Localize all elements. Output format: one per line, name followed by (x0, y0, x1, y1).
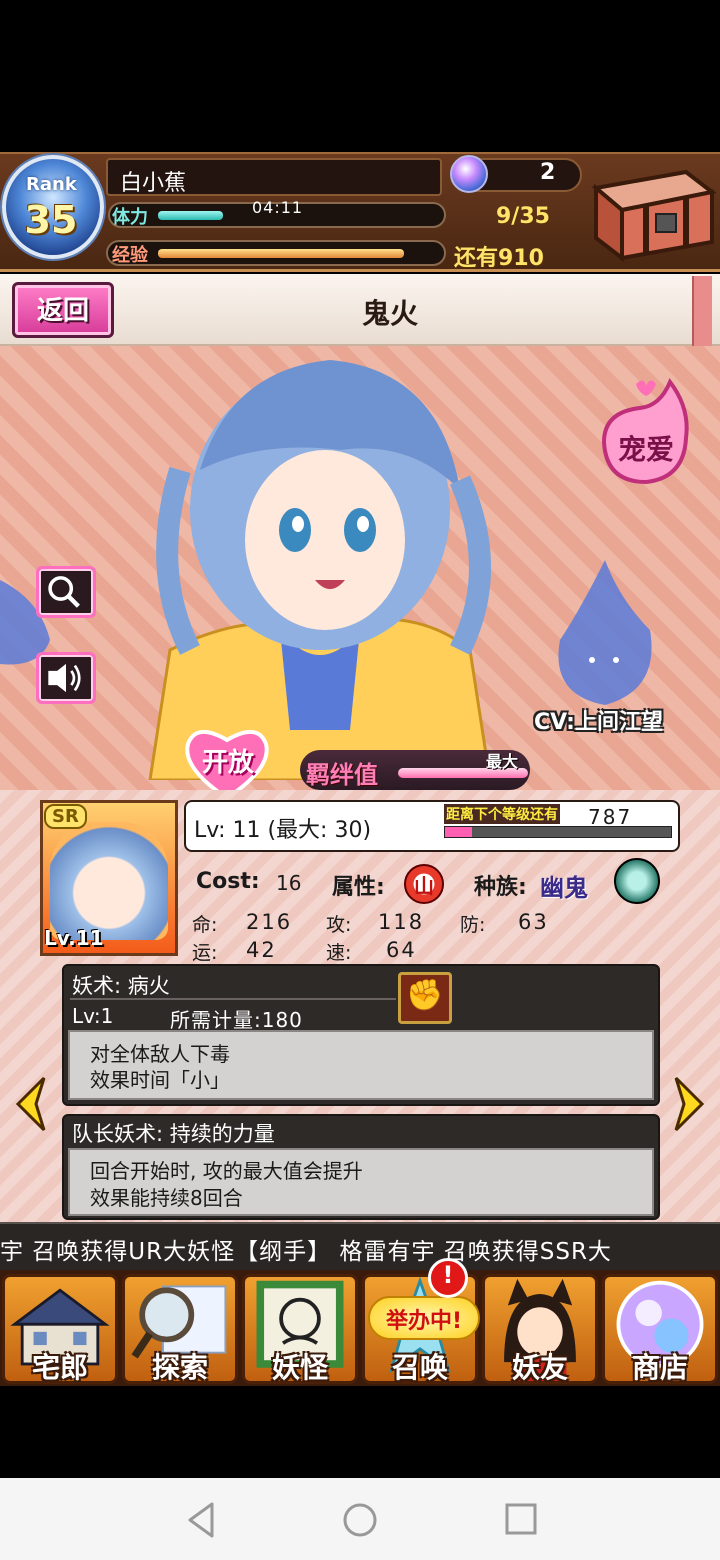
status-bar-area (0, 0, 720, 152)
affection-label: 宠爱 (617, 433, 674, 466)
card-portrait (50, 822, 168, 940)
page-title: 鬼火 (361, 297, 418, 330)
open-label: 开放 (201, 748, 254, 778)
skill-cost: 所需计量:180 (170, 1008, 303, 1032)
defense-label: 防: (460, 914, 486, 936)
cost-label: Cost: (196, 869, 260, 894)
exp-bar-fill (158, 249, 404, 258)
luck-value: 42 (246, 938, 277, 962)
ghost-flame-right-icon (558, 560, 652, 705)
gem-count: 2 (540, 160, 556, 185)
hp-value: 216 (246, 910, 293, 934)
exp-remaining: 还有910 (454, 246, 544, 271)
leader-skill-description-line: 回合开始时, 攻的最大值会提升 (90, 1159, 363, 1183)
stamina-bar-fill (158, 211, 223, 220)
nav-home-label: 宅郎 (31, 1351, 88, 1384)
stamina-label: 体力 (112, 207, 148, 228)
attribute-glyph: 山 (414, 874, 434, 898)
nav-friends-label: 妖友 (511, 1351, 568, 1384)
card-level-badge: Lv.11 (44, 926, 104, 950)
screen-gap (0, 1386, 720, 1478)
bond-max-label: 最大 (486, 752, 519, 771)
recent-apps-icon[interactable] (504, 1502, 538, 1538)
level-text: Lv: 11 (最大: 30) (194, 818, 372, 843)
title-bar-edge (692, 276, 712, 354)
voice-actor-label: CV:上间江望 (534, 710, 663, 735)
rarity-badge: SR (44, 804, 87, 829)
hp-label: 命: (192, 914, 218, 936)
exp-label: 经验 (112, 245, 148, 266)
fist-glyph: ✊ (406, 978, 444, 1013)
defense-value: 63 (518, 910, 549, 934)
bond-label: 羁绊值 (306, 761, 378, 789)
previous-arrow-icon[interactable] (14, 1076, 50, 1132)
skill-description-line: 对全体敌人下毒 (90, 1042, 230, 1066)
next-arrow-icon[interactable] (670, 1076, 706, 1132)
back-button-label: 返回 (36, 296, 89, 326)
speed-value: 64 (386, 938, 417, 962)
skill-divider (70, 998, 396, 1000)
attribute-label: 属性: (332, 875, 385, 900)
character-illustration (148, 360, 492, 780)
luck-label: 运: (192, 942, 218, 964)
attack-label: 攻: (326, 914, 352, 936)
nav-summon-label: 召唤 (391, 1351, 448, 1384)
leader-skill-description-line: 效果能持续8回合 (90, 1186, 243, 1210)
magnifier-icon (48, 576, 80, 608)
rank-label: Rank (26, 174, 77, 195)
alert-glyph: ! (442, 1261, 454, 1289)
ghost-race-icon (614, 858, 660, 904)
next-level-bar-fill (445, 827, 472, 837)
stamina-timer: 04:11 (252, 198, 304, 217)
attack-value: 118 (378, 910, 425, 934)
back-triangle-icon[interactable] (184, 1500, 218, 1540)
next-level-label: 距离下个等级还有 (444, 804, 560, 824)
leader-skill-title: 队长妖术: 持续的力量 (72, 1122, 275, 1146)
treasure-chest-icon[interactable] (586, 158, 716, 268)
skill-description-line: 效果时间「小」 (90, 1068, 230, 1092)
skill-level: Lv:1 (72, 1004, 114, 1028)
voice-button[interactable] (36, 652, 96, 704)
news-ticker-text: 宇 召唤获得UR大妖怪【纲手】 格雷有宇 召唤获得SSR大 (0, 1239, 612, 1265)
race-label: 种族: (474, 875, 527, 900)
home-circle-icon[interactable] (342, 1500, 378, 1540)
nav-explore-label: 探索 (151, 1351, 208, 1384)
cost-value: 16 (276, 871, 302, 895)
stamina-count: 9/35 (496, 204, 550, 229)
nav-shop-label: 商店 (631, 1351, 688, 1384)
nav-yokai-label: 妖怪 (271, 1351, 328, 1384)
skill-title: 妖术: 病火 (72, 974, 170, 998)
speaker-icon (48, 663, 81, 693)
race-value: 幽鬼 (540, 874, 588, 902)
zoom-button[interactable] (36, 566, 96, 618)
event-in-progress-label: 举办中! (385, 1309, 463, 1334)
speed-label: 速: (326, 942, 352, 964)
gem-icon (450, 155, 488, 193)
player-name: 白小蕉 (120, 171, 187, 196)
next-level-bar (444, 826, 672, 838)
rank-value: 35 (24, 198, 78, 242)
